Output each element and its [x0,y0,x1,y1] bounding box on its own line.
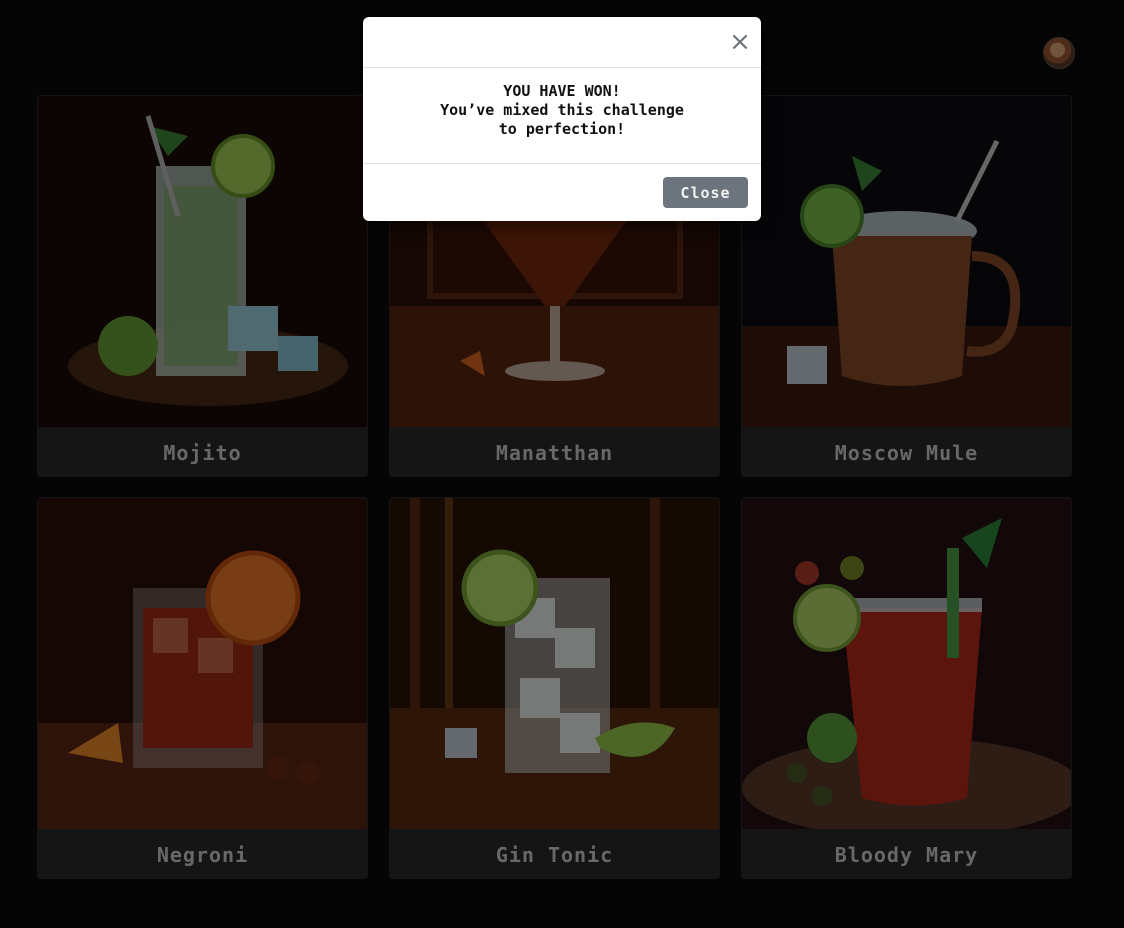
cocktail-card-mojito[interactable]: Mojito [37,95,368,477]
gin-tonic-image [390,498,719,829]
modal-title: YOU HAVE WON! [503,82,621,100]
cocktail-name: Gin Tonic [495,842,614,867]
cocktail-name: Manatthan [495,440,614,465]
close-icon[interactable]: × [729,29,751,55]
modal-footer: Close [363,164,761,221]
cocktail-card-gin-tonic[interactable]: Gin Tonic [389,497,720,879]
close-button[interactable]: Close [663,177,748,208]
cocktail-card-moscow-mule[interactable]: Moscow Mule [741,95,1072,477]
cocktail-card-negroni[interactable]: Negroni [37,497,368,879]
cocktail-name: Bloody Mary [834,842,979,867]
modal-header: × [363,17,761,68]
modal-message-line1: You’ve mixed this challenge [440,101,684,119]
win-modal: × YOU HAVE WON! You’ve mixed this challe… [363,17,761,221]
bloody-mary-image [742,498,1071,829]
mojito-image [38,96,367,427]
cocktail-card-bloody-mary[interactable]: Bloody Mary [741,497,1072,879]
user-avatar-icon[interactable] [1043,37,1075,69]
modal-message-line2: to perfection! [498,120,626,138]
cocktail-name: Moscow Mule [834,440,979,465]
negroni-image [38,498,367,829]
cocktail-name: Mojito [163,440,242,465]
modal-body: YOU HAVE WON! You’ve mixed this challeng… [363,68,761,164]
moscow-mule-image [742,96,1071,427]
page-background: Mojito Manatthan Moscow Mule Negroni Gin… [0,0,1124,928]
cocktail-name: Negroni [156,842,249,867]
